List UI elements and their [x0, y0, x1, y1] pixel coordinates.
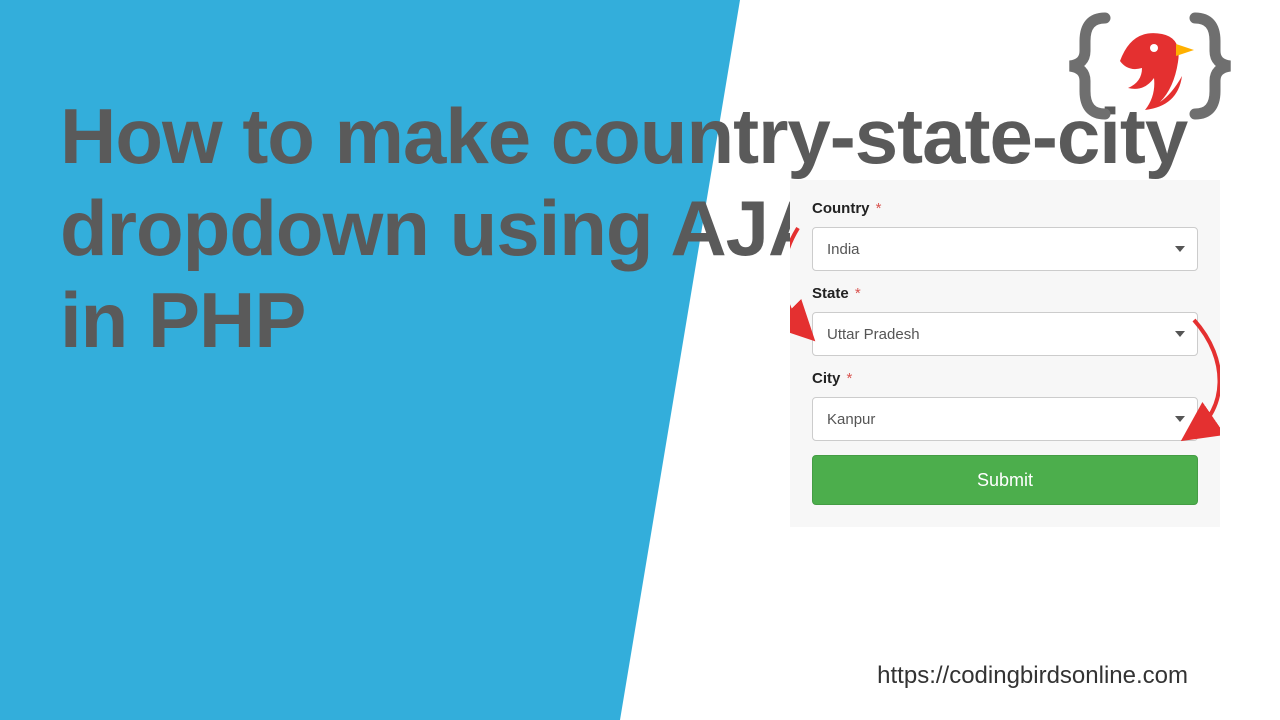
country-label: Country * [812, 200, 1198, 217]
required-asterisk: * [876, 200, 882, 217]
state-value: Uttar Pradesh [827, 326, 920, 343]
site-url: https://codingbirdsonline.com [877, 662, 1188, 690]
logo [1050, 6, 1250, 126]
city-value: Kanpur [827, 411, 875, 428]
state-select[interactable]: Uttar Pradesh [812, 312, 1198, 356]
required-asterisk: * [847, 370, 853, 387]
bird-icon [1120, 33, 1194, 110]
country-label-text: Country [812, 200, 870, 217]
city-select[interactable]: Kanpur [812, 397, 1198, 441]
country-select[interactable]: India [812, 227, 1198, 271]
state-label: State * [812, 285, 1198, 302]
location-form: Country * India State * Uttar Pradesh Ci… [790, 180, 1220, 527]
city-label-text: City [812, 370, 840, 387]
country-value: India [827, 241, 860, 258]
brace-left-icon [1070, 18, 1105, 114]
state-label-text: State [812, 285, 849, 302]
submit-label: Submit [977, 470, 1033, 491]
brace-right-icon [1195, 18, 1230, 114]
required-asterisk: * [855, 285, 861, 302]
submit-button[interactable]: Submit [812, 455, 1198, 505]
city-label: City * [812, 370, 1198, 387]
